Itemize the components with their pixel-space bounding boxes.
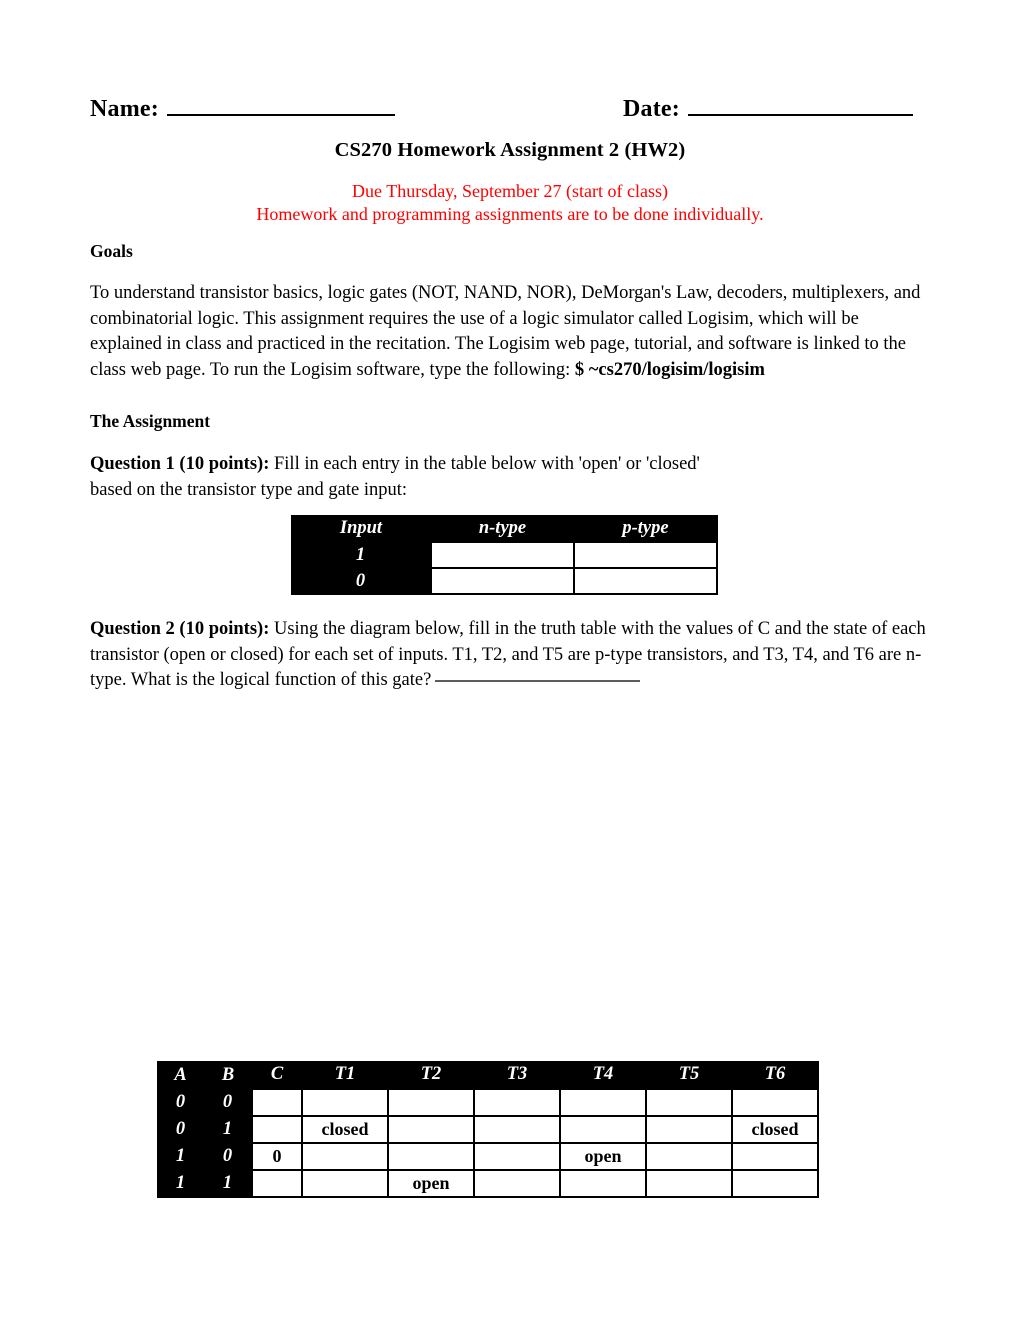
row3-t4[interactable]	[559, 1169, 647, 1198]
assignment-heading: The Assignment	[90, 411, 211, 431]
truth-table: A B C T1 T2 T3 T4 T5 T6 0 0 0 1 closed c…	[157, 1061, 819, 1198]
header-t1: T1	[302, 1061, 388, 1089]
row3-b: 1	[204, 1170, 252, 1197]
table-row: 0 1 closed closed	[157, 1115, 819, 1144]
goals-paragraph: To understand transistor basics, logic g…	[90, 281, 935, 383]
header-c: C	[252, 1061, 302, 1089]
table-row: 1 0 0 open	[157, 1142, 819, 1171]
row3-t2[interactable]: open	[387, 1169, 475, 1198]
header-t3: T3	[474, 1061, 560, 1089]
cell-input0-ptype[interactable]	[573, 567, 718, 595]
row3-t3[interactable]	[473, 1169, 561, 1198]
header-a: A	[157, 1061, 204, 1089]
row0-t3[interactable]	[473, 1088, 561, 1117]
question-1-paragraph: Question 1 (10 points): Fill in each ent…	[90, 452, 935, 503]
table-row: 1	[291, 541, 718, 569]
row2-t1[interactable]	[301, 1142, 389, 1171]
row0-t6[interactable]	[731, 1088, 819, 1117]
row1-a: 0	[157, 1116, 204, 1143]
date-write-in-line[interactable]	[687, 113, 913, 116]
header-p-type: p-type	[574, 515, 717, 542]
row3-t1[interactable]	[301, 1169, 389, 1198]
document-page: Name: Date: CS270 Homework Assignment 2 …	[0, 0, 1020, 1320]
row1-t5[interactable]	[645, 1115, 733, 1144]
cell-input1-ptype[interactable]	[573, 541, 718, 569]
name-date-row: Name: Date:	[90, 96, 930, 126]
row1-b: 1	[204, 1116, 252, 1143]
row3-t6[interactable]	[731, 1169, 819, 1198]
header-t5: T5	[646, 1061, 732, 1089]
row3-t5[interactable]	[645, 1169, 733, 1198]
date-field-group: Date:	[623, 96, 913, 123]
question-1-text-line2: based on the transistor type and gate in…	[90, 479, 407, 500]
cell-input0-ntype[interactable]	[430, 567, 575, 595]
row2-t6[interactable]	[731, 1142, 819, 1171]
row-label-input-1: 1	[291, 542, 431, 568]
row1-t3[interactable]	[473, 1115, 561, 1144]
table-row: 1 1 open	[157, 1169, 819, 1198]
due-notice: Due Thursday, September 27 (start of cla…	[0, 180, 1020, 225]
header-t4: T4	[560, 1061, 646, 1089]
row2-b: 0	[204, 1143, 252, 1170]
row0-a: 0	[157, 1089, 204, 1116]
row1-t1[interactable]: closed	[301, 1115, 389, 1144]
question-2-paragraph: Question 2 (10 points): Using the diagra…	[90, 617, 940, 694]
due-date-line: Due Thursday, September 27 (start of cla…	[352, 181, 668, 201]
row0-t1[interactable]	[301, 1088, 389, 1117]
individual-work-line: Homework and programming assignments are…	[256, 203, 764, 224]
name-label: Name:	[90, 96, 159, 122]
table-header-row: A B C T1 T2 T3 T4 T5 T6	[157, 1061, 818, 1089]
table-header-row: Input n-type p-type	[291, 515, 717, 542]
date-label: Date:	[623, 96, 680, 122]
question-2-answer-line[interactable]	[435, 679, 641, 683]
row0-t2[interactable]	[387, 1088, 475, 1117]
table-row: 0 0	[157, 1088, 819, 1117]
row0-t5[interactable]	[645, 1088, 733, 1117]
row2-t3[interactable]	[473, 1142, 561, 1171]
row1-t4[interactable]	[559, 1115, 647, 1144]
transistor-type-table: Input n-type p-type 1 0	[291, 515, 718, 595]
row2-c[interactable]: 0	[251, 1142, 303, 1171]
header-t2: T2	[388, 1061, 474, 1089]
table-row: 0	[291, 567, 718, 595]
row0-t4[interactable]	[559, 1088, 647, 1117]
row2-t2[interactable]	[387, 1142, 475, 1171]
header-t6: T6	[732, 1061, 818, 1089]
logisim-command: $ ~cs270/logisim/logisim	[574, 359, 765, 380]
question-1-text-line1: Fill in each entry in the table below wi…	[269, 454, 700, 474]
header-input: Input	[291, 515, 431, 542]
goals-text: To understand transistor basics, logic g…	[90, 283, 921, 380]
cell-input1-ntype[interactable]	[430, 541, 575, 569]
row0-c[interactable]	[251, 1088, 303, 1117]
question-1-label: Question 1 (10 points):	[90, 454, 270, 474]
row-label-input-0: 0	[291, 568, 431, 594]
row0-b: 0	[204, 1089, 252, 1116]
row2-t5[interactable]	[645, 1142, 733, 1171]
row1-t6[interactable]: closed	[731, 1115, 819, 1144]
name-field-group: Name:	[90, 96, 395, 123]
page-title: CS270 Homework Assignment 2 (HW2)	[334, 139, 686, 161]
row2-t4[interactable]: open	[559, 1142, 647, 1171]
row3-c[interactable]	[251, 1169, 303, 1198]
header-n-type: n-type	[431, 515, 574, 542]
row1-t2[interactable]	[387, 1115, 475, 1144]
row3-a: 1	[157, 1170, 204, 1197]
row2-a: 1	[157, 1143, 204, 1170]
question-2-label: Question 2 (10 points):	[90, 619, 270, 639]
header-b: B	[204, 1061, 252, 1089]
name-write-in-line[interactable]	[166, 113, 395, 116]
goals-heading: Goals	[90, 241, 133, 261]
row1-c[interactable]	[251, 1115, 303, 1144]
